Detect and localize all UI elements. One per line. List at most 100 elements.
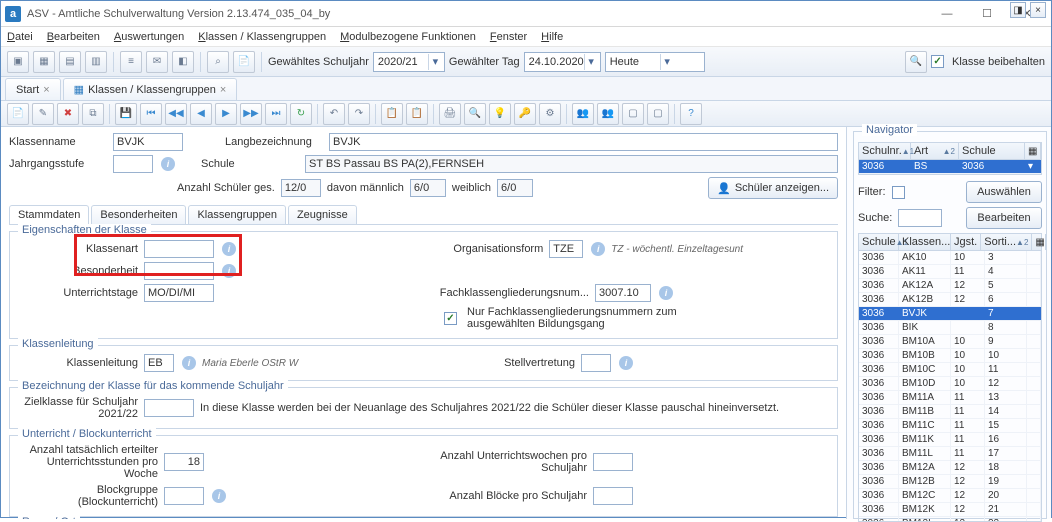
kl-input[interactable]: EB bbox=[144, 354, 174, 372]
nav-row[interactable]: 3036BVJK7 bbox=[859, 307, 1041, 321]
nav-row[interactable]: 3036BM12C1220 bbox=[859, 489, 1041, 503]
users-icon[interactable]: 👥 bbox=[572, 103, 594, 125]
nurfkg-checkbox[interactable]: ✓ bbox=[444, 312, 457, 325]
bulb-icon[interactable]: 💡 bbox=[489, 103, 511, 125]
refresh-icon[interactable]: ↻ bbox=[290, 103, 312, 125]
maximize-button[interactable]: ☐ bbox=[967, 2, 1007, 26]
nav-row[interactable]: 3036BM12A1218 bbox=[859, 461, 1041, 475]
info-icon[interactable]: i bbox=[222, 264, 236, 278]
info-icon[interactable]: i bbox=[212, 489, 226, 503]
next-icon[interactable]: ▶▶ bbox=[240, 103, 262, 125]
ziel-input[interactable] bbox=[144, 399, 194, 417]
last-icon[interactable]: ⏭ bbox=[265, 103, 287, 125]
nav-row[interactable]: 3036BM12B1219 bbox=[859, 475, 1041, 489]
redo-icon[interactable]: ↷ bbox=[348, 103, 370, 125]
unterrichtstage-input[interactable]: MO/DI/MI bbox=[144, 284, 214, 302]
nav-row[interactable]: 3036BM10B1010 bbox=[859, 349, 1041, 363]
copy-icon[interactable]: ⧉ bbox=[82, 103, 104, 125]
box-icon[interactable]: ▢ bbox=[647, 103, 669, 125]
new-icon[interactable]: 📄 bbox=[7, 103, 29, 125]
box-icon[interactable]: ▢ bbox=[622, 103, 644, 125]
key-icon[interactable]: 🔑 bbox=[514, 103, 536, 125]
info-icon[interactable]: i bbox=[222, 242, 236, 256]
nav-row[interactable]: 3036AK11114 bbox=[859, 265, 1041, 279]
info-icon[interactable]: i bbox=[619, 356, 633, 370]
menu-fenster[interactable]: Fenster bbox=[490, 31, 527, 43]
schueler-anzeigen-button[interactable]: 👤Schüler anzeigen... bbox=[708, 177, 838, 199]
nav-row[interactable]: 3036AK10103 bbox=[859, 251, 1041, 265]
first-icon[interactable]: ⏮ bbox=[140, 103, 162, 125]
tb-icon[interactable]: ▣ bbox=[7, 51, 29, 73]
tag-combo[interactable]: 24.10.2020▾ bbox=[524, 52, 601, 72]
nav-row[interactable]: 3036BM11C1115 bbox=[859, 419, 1041, 433]
nav-school-row[interactable]: 3036 BS 3036 ▾ bbox=[859, 160, 1041, 174]
users-icon[interactable]: 👥 bbox=[597, 103, 619, 125]
clip-icon[interactable]: 📋 bbox=[406, 103, 428, 125]
menu-bearbeiten[interactable]: Bearbeiten bbox=[47, 31, 100, 43]
subtab-besonderheiten[interactable]: Besonderheiten bbox=[91, 205, 186, 224]
subtab-klassengruppen[interactable]: Klassengruppen bbox=[188, 205, 286, 224]
menu-auswertungen[interactable]: Auswertungen bbox=[114, 31, 184, 43]
panel-toggle-icon[interactable]: ◨ bbox=[1010, 2, 1026, 18]
subtab-zeugnisse[interactable]: Zeugnisse bbox=[288, 205, 357, 224]
tb-icon[interactable]: ✉ bbox=[146, 51, 168, 73]
klassenart-input[interactable] bbox=[144, 240, 214, 258]
prev-icon[interactable]: ◀◀ bbox=[165, 103, 187, 125]
grid-menu-icon[interactable]: ▦ bbox=[1025, 143, 1041, 159]
klassenname-input[interactable]: BVJK bbox=[113, 133, 183, 151]
preview-icon[interactable]: 🔍 bbox=[464, 103, 486, 125]
langbez-input[interactable]: BVJK bbox=[329, 133, 838, 151]
heute-combo[interactable]: Heute▾ bbox=[605, 52, 705, 72]
nav-row[interactable]: 3036BM12K1221 bbox=[859, 503, 1041, 517]
nav-row[interactable]: 3036AK12B126 bbox=[859, 293, 1041, 307]
search-icon[interactable]: 🔍 bbox=[905, 51, 927, 73]
tb-icon[interactable]: 📄 bbox=[233, 51, 255, 73]
menu-modul[interactable]: Modulbezogene Funktionen bbox=[340, 31, 476, 43]
nav-row[interactable]: 3036BM11L1117 bbox=[859, 447, 1041, 461]
stell-input[interactable] bbox=[581, 354, 611, 372]
nav-row[interactable]: 3036BM11B1114 bbox=[859, 405, 1041, 419]
fwd-icon[interactable]: ▶ bbox=[215, 103, 237, 125]
tb-icon[interactable]: ◧ bbox=[172, 51, 194, 73]
orgform-input[interactable]: TZE bbox=[549, 240, 583, 258]
bloecke-input[interactable] bbox=[593, 487, 633, 505]
filter-checkbox[interactable]: ✓ bbox=[892, 186, 905, 199]
tab-klassen[interactable]: ▦Klassen / Klassengruppen× bbox=[63, 78, 238, 100]
block-input[interactable] bbox=[164, 487, 204, 505]
bearbeiten-button[interactable]: Bearbeiten bbox=[966, 207, 1042, 229]
tb-icon[interactable]: ⌕ bbox=[207, 51, 229, 73]
minimize-button[interactable]: — bbox=[927, 2, 967, 26]
besonderheit-input[interactable] bbox=[144, 262, 214, 280]
tb-icon[interactable]: ≡ bbox=[120, 51, 142, 73]
undo-icon[interactable]: ↶ bbox=[323, 103, 345, 125]
tb-icon[interactable]: ▦ bbox=[33, 51, 55, 73]
menu-hilfe[interactable]: Hilfe bbox=[541, 31, 563, 43]
tb-icon[interactable]: ▥ bbox=[85, 51, 107, 73]
nav-row[interactable]: 3036BIK8 bbox=[859, 321, 1041, 335]
suche-input[interactable] bbox=[898, 209, 942, 227]
tb-icon[interactable]: ▤ bbox=[59, 51, 81, 73]
wochen-input[interactable] bbox=[593, 453, 633, 471]
nav-row[interactable]: 3036AK12A125 bbox=[859, 279, 1041, 293]
grid-menu-icon[interactable]: ▦ bbox=[1032, 234, 1046, 250]
erteilt-input[interactable]: 18 bbox=[164, 453, 204, 471]
close-icon[interactable]: × bbox=[43, 84, 49, 96]
delete-icon[interactable]: ✖ bbox=[57, 103, 79, 125]
nav-row[interactable]: 3036BM11K1116 bbox=[859, 433, 1041, 447]
info-icon[interactable]: i bbox=[591, 242, 605, 256]
menu-klassen[interactable]: Klassen / Klassengruppen bbox=[198, 31, 326, 43]
info-icon[interactable]: i bbox=[161, 157, 175, 171]
info-icon[interactable]: i bbox=[182, 356, 196, 370]
back-icon[interactable]: ◀ bbox=[190, 103, 212, 125]
edit-icon[interactable]: ✎ bbox=[32, 103, 54, 125]
keep-checkbox[interactable]: ✓ bbox=[931, 55, 944, 68]
nav-row[interactable]: 3036BM10A109 bbox=[859, 335, 1041, 349]
fkg-input[interactable]: 3007.10 bbox=[595, 284, 651, 302]
close-icon[interactable]: × bbox=[220, 84, 226, 96]
info-icon[interactable]: i bbox=[659, 286, 673, 300]
help-icon[interactable]: ? bbox=[680, 103, 702, 125]
schuljahr-combo[interactable]: 2020/21▾ bbox=[373, 52, 445, 72]
jgst-input[interactable] bbox=[113, 155, 153, 173]
subtab-stammdaten[interactable]: Stammdaten bbox=[9, 205, 89, 224]
print-icon[interactable]: 🖨 bbox=[439, 103, 461, 125]
